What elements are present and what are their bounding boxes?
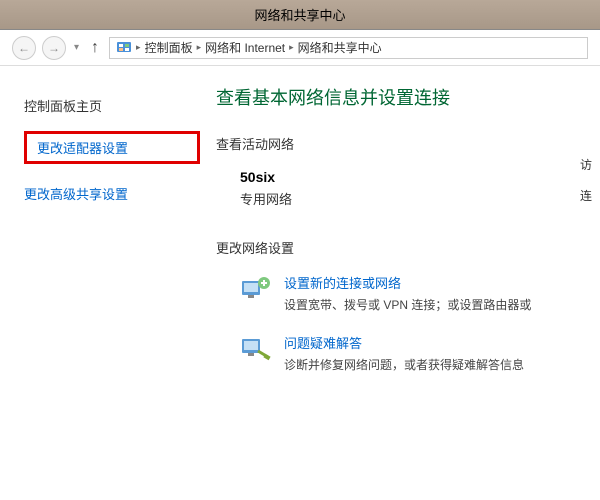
new-connection-icon bbox=[240, 273, 272, 305]
arrow-left-icon: ← bbox=[18, 41, 30, 55]
new-connection-block: 设置新的连接或网络 设置宽带、拨号或 VPN 连接；或设置路由器或 bbox=[216, 273, 600, 313]
arrow-right-icon: → bbox=[48, 41, 60, 55]
right-text-1: 访 bbox=[580, 156, 600, 173]
sidebar-sharing-link[interactable]: 更改高级共享设置 bbox=[24, 180, 136, 207]
sidebar: 控制面板主页 更改适配器设置 更改高级共享设置 bbox=[0, 66, 200, 500]
right-text-2: 连 bbox=[580, 187, 600, 204]
troubleshoot-block: 问题疑难解答 诊断并修复网络问题，或者获得疑难解答信息 bbox=[216, 333, 600, 373]
window-title-bar: 网络和共享中心 bbox=[0, 0, 600, 30]
dropdown-icon[interactable]: ▾ bbox=[74, 42, 79, 53]
right-edge-clipped: 访 连 bbox=[580, 66, 600, 500]
breadcrumb-item[interactable]: 网络和 Internet bbox=[205, 39, 285, 56]
sidebar-adapter-link[interactable]: 更改适配器设置 bbox=[37, 136, 128, 159]
sidebar-home-label: 控制面板主页 bbox=[24, 99, 102, 114]
new-connection-text: 设置新的连接或网络 设置宽带、拨号或 VPN 连接；或设置路由器或 bbox=[284, 273, 600, 313]
content-area: 控制面板主页 更改适配器设置 更改高级共享设置 查看基本网络信息并设置连接 查看… bbox=[0, 66, 600, 500]
change-settings-heading: 更改网络设置 bbox=[216, 238, 600, 257]
breadcrumb[interactable]: ▸ 控制面板 ▸ 网络和 Internet ▸ 网络和共享中心 bbox=[109, 37, 588, 59]
new-connection-desc: 设置宽带、拨号或 VPN 连接；或设置路由器或 bbox=[284, 296, 600, 313]
sidebar-adapter-settings[interactable]: 更改适配器设置 bbox=[24, 131, 200, 164]
chevron-right-icon: ▸ bbox=[136, 42, 141, 53]
network-type: 专用网络 bbox=[240, 189, 600, 208]
active-network-block: 50six 专用网络 bbox=[216, 169, 600, 208]
breadcrumb-item[interactable]: 网络和共享中心 bbox=[298, 39, 382, 56]
breadcrumb-item[interactable]: 控制面板 bbox=[145, 39, 193, 56]
troubleshoot-desc: 诊断并修复网络问题，或者获得疑难解答信息 bbox=[284, 356, 600, 373]
troubleshoot-link[interactable]: 问题疑难解答 bbox=[284, 333, 600, 352]
page-title: 查看基本网络信息并设置连接 bbox=[216, 84, 600, 110]
new-connection-link[interactable]: 设置新的连接或网络 bbox=[284, 273, 600, 292]
troubleshoot-text: 问题疑难解答 诊断并修复网络问题，或者获得疑难解答信息 bbox=[284, 333, 600, 373]
main-panel: 查看基本网络信息并设置连接 查看活动网络 50six 专用网络 更改网络设置 设… bbox=[200, 66, 600, 500]
sidebar-home[interactable]: 控制面板主页 bbox=[24, 90, 200, 121]
active-networks-heading: 查看活动网络 bbox=[216, 134, 600, 153]
forward-button[interactable]: → bbox=[42, 36, 66, 60]
chevron-right-icon: ▸ bbox=[289, 42, 294, 53]
up-button[interactable]: ↑ bbox=[91, 39, 99, 57]
troubleshoot-icon bbox=[240, 333, 272, 365]
chevron-right-icon: ▸ bbox=[197, 42, 202, 53]
back-button[interactable]: ← bbox=[12, 36, 36, 60]
control-panel-icon bbox=[116, 40, 132, 56]
window-title: 网络和共享中心 bbox=[254, 5, 345, 24]
navigation-bar: ← → ▾ ↑ ▸ 控制面板 ▸ 网络和 Internet ▸ 网络和共享中心 bbox=[0, 30, 600, 66]
sidebar-sharing-settings[interactable]: 更改高级共享设置 bbox=[24, 174, 200, 213]
network-name: 50six bbox=[240, 169, 600, 185]
